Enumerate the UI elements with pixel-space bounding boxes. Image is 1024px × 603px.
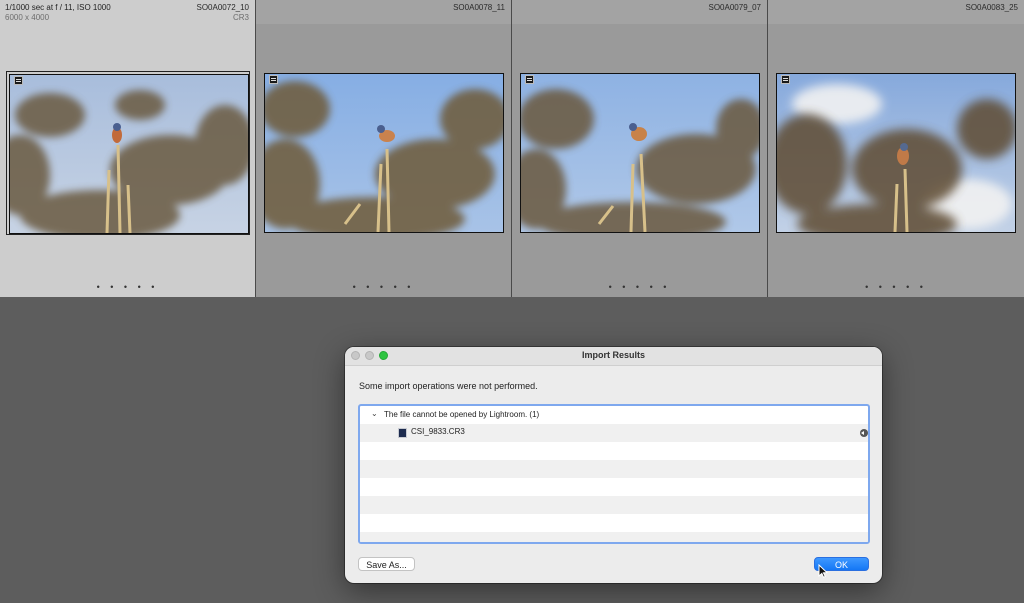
rating-dots[interactable]: • • • • • xyxy=(256,282,511,292)
rating-dots[interactable]: • • • • • xyxy=(0,282,255,292)
list-item xyxy=(360,514,868,532)
thumbnail-frame[interactable] xyxy=(262,71,506,235)
exposure-info: 1/1000 sec at f / 11, ISO 1000 xyxy=(5,3,111,12)
thumbnail-image[interactable] xyxy=(264,73,504,233)
list-item[interactable]: CSI_9833.CR3 xyxy=(360,424,868,442)
thumbnail-image[interactable] xyxy=(9,74,249,234)
stack-badge-icon xyxy=(525,75,534,84)
save-as-button[interactable]: Save As... xyxy=(358,557,415,571)
stack-badge-icon xyxy=(269,75,278,84)
cell-header: SO0A0078_11 xyxy=(256,0,511,24)
rating-dots[interactable]: • • • • • xyxy=(512,282,767,292)
expand-icon[interactable]: ⌄ xyxy=(371,409,378,418)
list-item xyxy=(360,496,868,514)
stack-badge-icon xyxy=(14,76,23,85)
cell-header: 1/1000 sec at f / 11, ISO 1000 6000 x 40… xyxy=(0,0,255,24)
filename-label: SO0A0083_25 xyxy=(965,3,1019,12)
list-item xyxy=(360,478,868,496)
thumbnail-frame[interactable] xyxy=(518,71,762,235)
thumbnail-frame[interactable] xyxy=(774,71,1018,235)
filename-label: SO0A0072_10 xyxy=(196,3,250,12)
rating-dots[interactable]: • • • • • xyxy=(768,282,1024,292)
list-item xyxy=(360,460,868,478)
import-results-dialog: Import Results Some import operations we… xyxy=(345,347,882,583)
list-item xyxy=(360,442,868,460)
dimensions-info: 6000 x 4000 xyxy=(5,13,50,22)
results-list[interactable]: ⌄ The file cannot be opened by Lightroom… xyxy=(358,404,870,544)
file-name: CSI_9833.CR3 xyxy=(411,427,465,436)
grid-cell[interactable]: 1/1000 sec at f / 11, ISO 1000 6000 x 40… xyxy=(0,0,255,297)
cell-header: SO0A0083_25 xyxy=(768,0,1024,24)
list-item xyxy=(360,532,868,542)
thumbnail-frame[interactable] xyxy=(6,71,250,235)
cell-header: SO0A0079_07 xyxy=(512,0,767,24)
filename-label: SO0A0078_11 xyxy=(453,3,505,12)
list-group-row[interactable]: ⌄ The file cannot be opened by Lightroom… xyxy=(360,406,868,424)
group-label: The file cannot be opened by Lightroom. … xyxy=(384,410,540,419)
grid-cell[interactable]: SO0A0079_07 • • • • • xyxy=(512,0,767,297)
file-cr3-icon xyxy=(398,428,407,438)
extension-label: CR3 xyxy=(232,13,249,22)
dialog-message: Some import operations were not performe… xyxy=(359,381,538,391)
grid-cell[interactable]: SO0A0078_11 • • • • • xyxy=(256,0,511,297)
grid-cell[interactable]: SO0A0083_25 • • • • • xyxy=(768,0,1024,297)
dialog-titlebar[interactable]: Import Results xyxy=(345,347,882,366)
dialog-title: Import Results xyxy=(581,350,645,360)
thumbnail-image[interactable] xyxy=(776,73,1016,233)
thumbnail-image[interactable] xyxy=(520,73,760,233)
stack-badge-icon xyxy=(781,75,790,84)
row-arrow-icon[interactable] xyxy=(860,429,868,437)
library-grid: 1/1000 sec at f / 11, ISO 1000 6000 x 40… xyxy=(0,0,1024,297)
filename-label: SO0A0079_07 xyxy=(708,3,762,12)
